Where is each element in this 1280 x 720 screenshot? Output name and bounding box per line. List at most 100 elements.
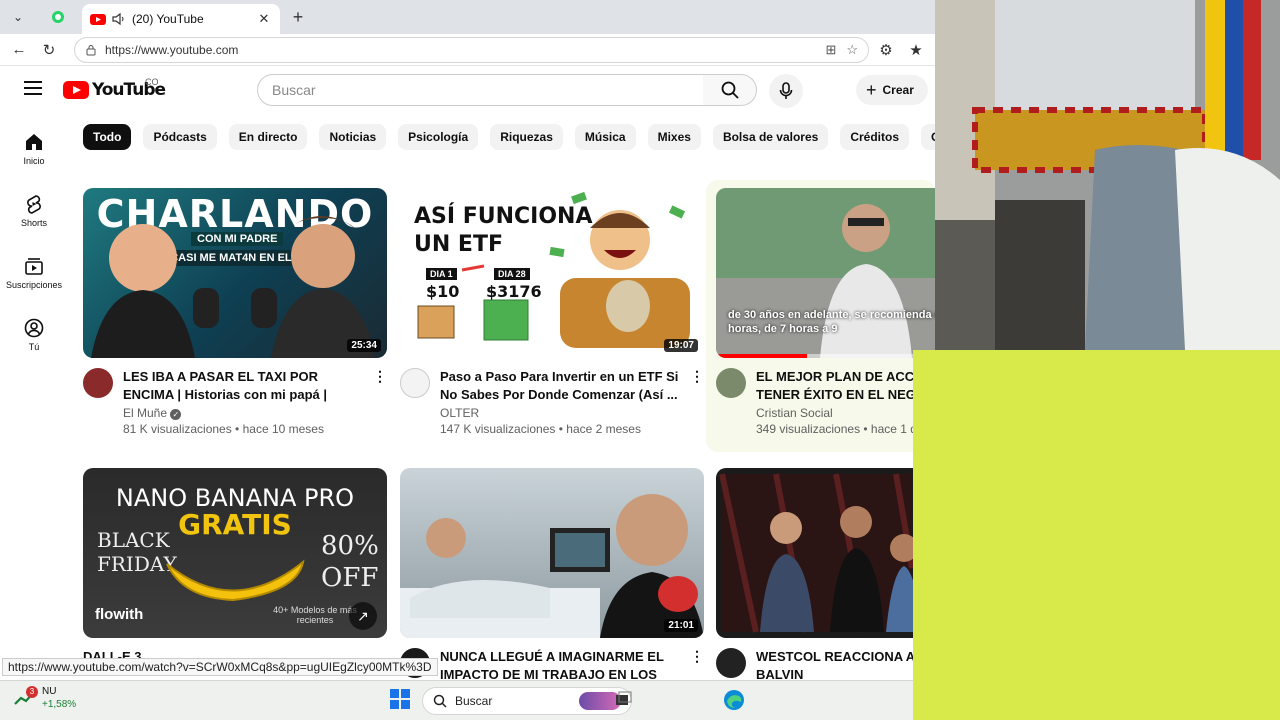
- edge-browser-icon[interactable]: [723, 689, 745, 711]
- create-button[interactable]: + Crear: [856, 75, 928, 105]
- link-status-tooltip: https://www.youtube.com/watch?v=SCrW0xMC…: [2, 658, 438, 676]
- stocks-widget[interactable]: 3 NU +1,58%: [14, 685, 76, 711]
- country-code: CO: [145, 77, 159, 87]
- url-text: https://www.youtube.com: [105, 42, 239, 57]
- tab-youtube[interactable]: (20) YouTube ✕: [82, 4, 280, 34]
- video-meta: LES IBA A PASAR EL TAXI POR ENCIMA | His…: [83, 368, 387, 436]
- browser-tab-bar: ⌄ (20) YouTube ✕ +: [0, 0, 935, 34]
- chip-psicologia[interactable]: Psicología: [398, 124, 479, 150]
- chip-creditos[interactable]: Créditos: [840, 124, 910, 150]
- menu-icon[interactable]: [24, 81, 42, 95]
- thumbnail-hospital-scene: [400, 494, 704, 638]
- video-thumbnail[interactable]: CHARLANDO CON MI PADRE "CASI ME MAT4N EN…: [83, 188, 387, 358]
- search-input[interactable]: Buscar: [257, 74, 704, 106]
- search-icon: [433, 694, 447, 708]
- chip-musica[interactable]: Música: [574, 124, 636, 150]
- sidebar-item-label: Suscripciones: [5, 280, 63, 290]
- channel-name[interactable]: El Muñe ✓: [123, 406, 363, 420]
- refresh-icon[interactable]: ↻: [36, 37, 62, 63]
- video-thumbnail[interactable]: NANO BANANA PRO GRATIS BLACK FRIDAY 80% …: [83, 468, 387, 638]
- search-icon: [721, 81, 739, 99]
- video-thumbnail[interactable]: ASÍ FUNCIONA UN ETF DIA 1 $10 DIA 28 $31…: [400, 188, 704, 358]
- task-view-icon[interactable]: [612, 689, 634, 711]
- taskbar-search-label: Buscar: [455, 694, 493, 708]
- share-arrow-icon[interactable]: ↗: [349, 602, 377, 630]
- taskbar-search[interactable]: Buscar: [422, 687, 632, 715]
- back-arrow-icon[interactable]: ←: [6, 37, 32, 63]
- chip-noticias[interactable]: Noticias: [319, 124, 387, 150]
- video-title[interactable]: LES IBA A PASAR EL TAXI POR ENCIMA | His…: [123, 368, 363, 404]
- favorite-star-icon[interactable]: ☆: [846, 42, 858, 58]
- channel-name[interactable]: OLTER: [440, 406, 680, 420]
- filter-chips: Todo Pódcasts En directo Noticias Psicol…: [83, 124, 935, 150]
- sidebar-item-home[interactable]: Inicio: [0, 118, 68, 180]
- subscriptions-icon: [25, 258, 43, 275]
- screen: ⌄ (20) YouTube ✕ + ← ↻ https://www.youtu…: [0, 0, 1280, 720]
- stock-text: NU +1,58%: [42, 685, 76, 711]
- youtube-play-icon: [63, 81, 89, 99]
- video-meta: Paso a Paso Para Invertir en un ETF Si N…: [400, 368, 704, 436]
- channel-avatar[interactable]: [400, 368, 430, 398]
- chip-mixes[interactable]: Mixes: [647, 124, 701, 150]
- more-options-icon[interactable]: ⋮: [373, 368, 387, 436]
- app-available-icon[interactable]: ⊞: [825, 42, 836, 58]
- create-label: Crear: [882, 83, 914, 97]
- extensions-icon[interactable]: ⚙: [873, 37, 899, 63]
- site-info-icon[interactable]: [85, 44, 97, 56]
- youtube-favicon-icon: [90, 13, 106, 25]
- channel-avatar[interactable]: [83, 368, 113, 398]
- chip-todo[interactable]: Todo: [83, 124, 132, 150]
- channel-avatar[interactable]: [716, 648, 746, 678]
- video-card[interactable]: 21:01 NUNCA LLEGUÉ A IMAGINARME EL IMPAC…: [400, 468, 704, 684]
- video-title[interactable]: Paso a Paso Para Invertir en un ETF Si N…: [440, 368, 680, 404]
- windows-start-icon[interactable]: [390, 689, 410, 709]
- channel-avatar[interactable]: [716, 368, 746, 398]
- more-options-icon[interactable]: ⋮: [690, 368, 704, 436]
- audio-playing-icon[interactable]: [112, 13, 126, 25]
- sidebar-item-subscriptions[interactable]: Suscripciones: [0, 242, 68, 304]
- new-tab-button[interactable]: +: [284, 7, 312, 28]
- video-stats: 81 K visualizaciones • hace 10 meses: [123, 422, 324, 436]
- webcam-feed-image: [935, 0, 1280, 350]
- notification-badge: 3: [26, 686, 38, 698]
- more-options-icon[interactable]: ⋮: [690, 648, 704, 684]
- video-thumbnail[interactable]: 21:01: [400, 468, 704, 638]
- chip-grand-theft-auto[interactable]: Grand Theft Auto: [921, 124, 935, 150]
- microphone-icon: [779, 82, 793, 99]
- favorites-icon[interactable]: ★: [903, 37, 929, 63]
- sidebar-item-shorts[interactable]: Shorts: [0, 180, 68, 242]
- sidebar-item-label: Inicio: [23, 156, 45, 166]
- tab-actions-chevron-icon[interactable]: ⌄: [4, 6, 32, 28]
- stock-name: NU: [42, 686, 57, 697]
- url-field[interactable]: https://www.youtube.com ⊞ ☆: [74, 36, 869, 63]
- chip-bolsa-de-valores[interactable]: Bolsa de valores: [712, 124, 829, 150]
- stock-change: +1,58%: [42, 699, 77, 710]
- video-stats: 147 K visualizaciones • hace 2 meses: [440, 422, 641, 436]
- sidebar: Inicio Shorts Suscripciones Tú: [0, 118, 68, 366]
- video-card[interactable]: NANO BANANA PRO GRATIS BLACK FRIDAY 80% …: [83, 468, 387, 666]
- video-info: Paso a Paso Para Invertir en un ETF Si N…: [440, 368, 680, 436]
- green-screen-panel: [913, 350, 1280, 720]
- shorts-icon: [27, 195, 41, 214]
- pinned-tab-whatsapp[interactable]: [38, 4, 78, 30]
- sidebar-item-you[interactable]: Tú: [0, 304, 68, 366]
- chip-riquezas[interactable]: Riquezas: [490, 124, 563, 150]
- sidebar-item-label: Shorts: [20, 218, 47, 228]
- stock-chart-icon: 3: [14, 686, 38, 707]
- search-button[interactable]: [703, 74, 757, 106]
- sidebar-item-label: Tú: [28, 342, 40, 352]
- you-icon: [24, 318, 44, 338]
- thumbnail-cartoon-illustration: [417, 191, 690, 348]
- voice-search-button[interactable]: [769, 74, 803, 108]
- video-card[interactable]: ASÍ FUNCIONA UN ETF DIA 1 $10 DIA 28 $31…: [400, 188, 704, 436]
- video-title[interactable]: NUNCA LLEGUÉ A IMAGINARME EL IMPACTO DE …: [440, 648, 680, 684]
- thumbnail-brand: flowith: [95, 606, 144, 623]
- plus-icon: +: [866, 79, 877, 100]
- chip-podcasts[interactable]: Pódcasts: [143, 124, 217, 150]
- video-progress-fill: [716, 354, 808, 358]
- youtube-header: YouTube CO Buscar + Crear: [0, 67, 935, 113]
- chip-en-directo[interactable]: En directo: [228, 124, 308, 150]
- video-duration: 19:07: [664, 339, 698, 352]
- tab-close-icon[interactable]: ✕: [256, 11, 272, 27]
- video-card[interactable]: CHARLANDO CON MI PADRE "CASI ME MAT4N EN…: [83, 188, 387, 436]
